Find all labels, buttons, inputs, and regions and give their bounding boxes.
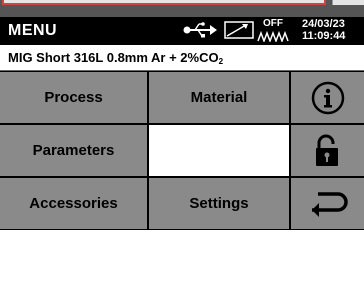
parameters-label: Parameters bbox=[32, 142, 115, 159]
settings-button[interactable]: Settings bbox=[149, 178, 289, 229]
arc-state-label: OFF bbox=[263, 18, 283, 29]
accessories-button[interactable]: Accessories bbox=[0, 178, 147, 229]
lock-button[interactable] bbox=[291, 125, 364, 176]
info-button[interactable] bbox=[291, 72, 364, 123]
program-subscript: 2 bbox=[218, 57, 224, 66]
settings-label: Settings bbox=[189, 195, 249, 212]
parameters-button[interactable]: Parameters bbox=[0, 125, 147, 176]
unlock-icon bbox=[315, 134, 338, 166]
accessories-label: Accessories bbox=[29, 195, 118, 212]
back-button[interactable] bbox=[291, 178, 364, 229]
date-readout: 24/03/23 bbox=[302, 18, 345, 30]
time-readout: 11:09:44 bbox=[302, 30, 346, 42]
arc-wave-icon bbox=[257, 30, 289, 42]
program-text: MIG Short 316L 0.8mm Ar + 2%CO bbox=[8, 50, 219, 65]
top-left-fragment bbox=[2, 0, 326, 5]
menu-grid: Process Material Parameters Accessories … bbox=[0, 71, 364, 230]
usb-icon bbox=[183, 22, 217, 38]
process-label: Process bbox=[44, 89, 103, 106]
top-strip bbox=[0, 0, 364, 17]
status-bar: MENU OFF 24/03/23 11:09:44 bbox=[0, 17, 364, 45]
process-button[interactable]: Process bbox=[0, 72, 147, 123]
trend-chart-icon bbox=[224, 21, 254, 39]
screen-title: MENU bbox=[8, 22, 58, 39]
material-label: Material bbox=[190, 89, 248, 106]
program-summary: MIG Short 316L 0.8mm Ar + 2%CO2 bbox=[0, 45, 364, 71]
top-right-fragment bbox=[332, 0, 364, 5]
info-icon bbox=[311, 81, 344, 114]
material-button[interactable]: Material bbox=[149, 72, 289, 123]
arc-status: OFF bbox=[256, 18, 290, 44]
empty-cell bbox=[149, 125, 289, 176]
back-arrow-icon bbox=[311, 191, 348, 217]
